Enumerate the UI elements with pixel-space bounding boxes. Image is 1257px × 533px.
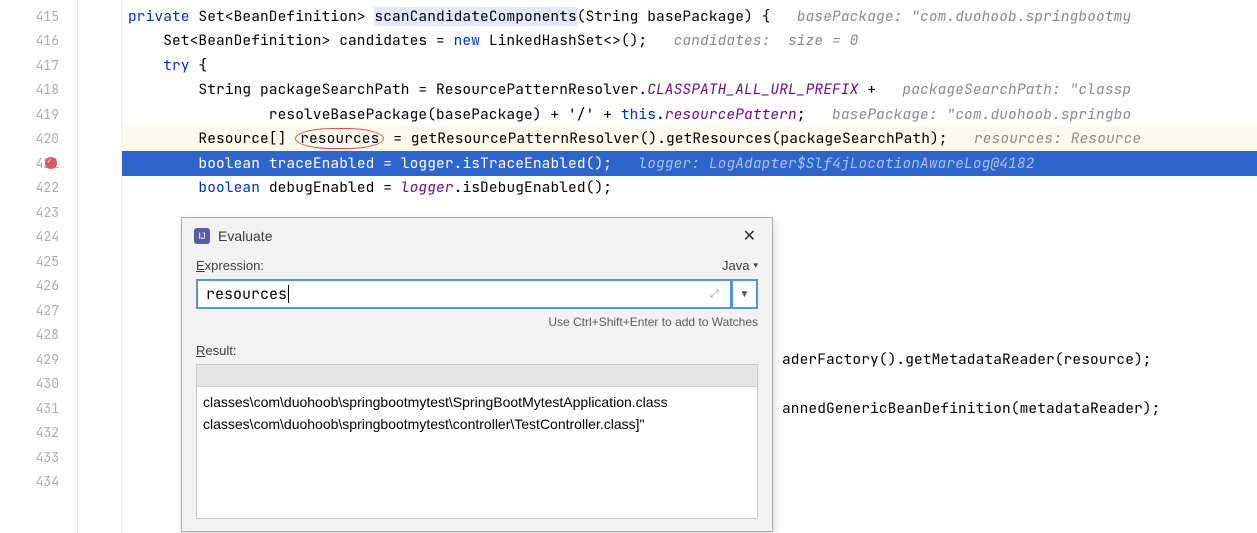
line-number[interactable]: 418: [0, 78, 77, 103]
inlay-hint: candidates: size = 0: [647, 31, 858, 50]
inlay-hint: logger: LogAdapter$Slf4jLocationAwareLog…: [612, 154, 1034, 173]
hint-text: Use Ctrl+Shift+Enter to add to Watches: [196, 315, 758, 329]
line-number[interactable]: 426: [0, 274, 77, 299]
result-line[interactable]: classes\com\duohoob\springbootmytest\con…: [203, 413, 751, 435]
code-line[interactable]: String packageSearchPath = ResourcePatte…: [122, 78, 1257, 103]
history-dropdown-button[interactable]: ▼: [732, 279, 758, 309]
evaluate-dialog: IJ Evaluate ✕ Expression: Java resources…: [181, 217, 773, 532]
line-number[interactable]: 423: [0, 200, 77, 225]
line-number[interactable]: 425: [0, 249, 77, 274]
line-number[interactable]: 431: [0, 396, 77, 421]
result-label: Result:: [196, 343, 758, 358]
line-number[interactable]: 420: [0, 127, 77, 152]
result-line[interactable]: classes\com\duohoob\springbootmytest\Spr…: [203, 391, 751, 413]
language-dropdown[interactable]: Java: [722, 258, 758, 273]
line-number[interactable]: 434: [0, 470, 77, 495]
intellij-icon: IJ: [194, 228, 210, 244]
code-line[interactable]: Resource[] resources = getResourcePatter…: [122, 127, 1257, 152]
line-number[interactable]: 422: [0, 176, 77, 201]
gutter: 415 416 417 418 419 420 421 422 423 424 …: [0, 0, 78, 533]
line-number[interactable]: 429: [0, 347, 77, 372]
code-line[interactable]: private Set<BeanDefinition> scanCandidat…: [122, 4, 1257, 29]
line-number[interactable]: 416: [0, 29, 77, 54]
line-number[interactable]: 433: [0, 445, 77, 470]
expand-icon[interactable]: ⤢: [710, 287, 724, 301]
highlighted-variable: resources: [295, 128, 384, 149]
execution-line[interactable]: boolean traceEnabled = logger.isTraceEna…: [122, 151, 1257, 176]
code-line[interactable]: try {: [122, 53, 1257, 78]
code-line[interactable]: resolveBasePackage(basePackage) + '/' + …: [122, 102, 1257, 127]
line-number[interactable]: 424: [0, 225, 77, 250]
result-box[interactable]: classes\com\duohoob\springbootmytest\Spr…: [196, 364, 758, 519]
line-number[interactable]: 415: [0, 4, 77, 29]
inlay-hint: basePackage: "com.duohoob.springbo: [806, 105, 1132, 124]
result-content[interactable]: classes\com\duohoob\springbootmytest\Spr…: [197, 387, 757, 439]
inlay-hint: basePackage: "com.duohoob.springbootmy: [770, 7, 1131, 26]
code-line[interactable]: Set<BeanDefinition> candidates = new Lin…: [122, 29, 1257, 54]
close-icon[interactable]: ✕: [739, 226, 760, 246]
inlay-hint: packageSearchPath: "classp: [876, 80, 1131, 99]
line-number[interactable]: 419: [0, 102, 77, 127]
line-number[interactable]: 432: [0, 421, 77, 446]
method-name-highlight: scanCandidateComponents: [374, 7, 576, 26]
line-number[interactable]: 421: [0, 151, 77, 176]
line-number[interactable]: 430: [0, 372, 77, 397]
code-line[interactable]: boolean debugEnabled = logger.isDebugEna…: [122, 176, 1257, 201]
inlay-hint: resources: Resource: [948, 129, 1142, 148]
line-number[interactable]: 417: [0, 53, 77, 78]
line-number[interactable]: 428: [0, 323, 77, 348]
result-tree-header: [197, 365, 757, 387]
line-number[interactable]: 427: [0, 298, 77, 323]
expression-input[interactable]: resources ⤢: [196, 279, 732, 309]
dialog-title-text: Evaluate: [218, 228, 272, 244]
dialog-titlebar[interactable]: IJ Evaluate ✕: [182, 218, 772, 254]
expression-label: Expression:: [196, 258, 264, 273]
indent-guide-column: [78, 0, 122, 533]
